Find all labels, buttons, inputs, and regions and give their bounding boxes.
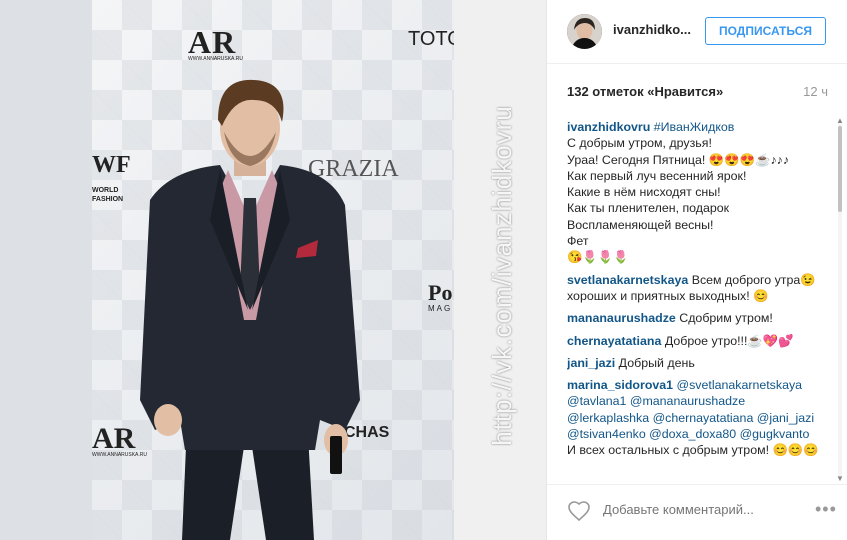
caption-line: Воспламеняющей весны! xyxy=(567,217,714,232)
comment-username[interactable]: jani_jazi xyxy=(567,356,615,370)
caption-line: С добрым утром, друзья! xyxy=(567,136,712,151)
caption-line: Как ты пленителен, подарок xyxy=(567,201,730,216)
comment-username[interactable]: marina_sidorova1 xyxy=(567,378,673,392)
avatar-image xyxy=(567,14,602,49)
toto-logo: TOTO xyxy=(408,28,454,50)
comments-scrollbar[interactable]: ▲ ▼ xyxy=(836,116,844,484)
comment-bar: ••• xyxy=(547,484,847,540)
comment-input[interactable] xyxy=(601,501,805,518)
wf-logo: WF xyxy=(92,152,131,178)
caption: ivanzhidkovru #ИванЖидков С добрым утром… xyxy=(567,119,821,266)
post-author-username[interactable]: ivanzhidko... xyxy=(613,22,691,37)
vk-watermark: http://vk.com/ivanzhidkovru xyxy=(486,104,517,446)
more-options-icon[interactable]: ••• xyxy=(815,499,837,520)
scroll-thumb[interactable] xyxy=(838,126,842,212)
caption-line: Как первый луч весенний ярок! xyxy=(567,168,747,183)
heart-icon[interactable] xyxy=(567,499,591,523)
po-logo: Po xyxy=(428,280,453,305)
post-side-panel: ivanzhidko... ПОДПИСАТЬСЯ 132 отметок «Н… xyxy=(546,0,847,540)
comment-text: Сдобрим утром! xyxy=(679,311,773,326)
caption-line: Фет xyxy=(567,234,589,249)
post-photo[interactable]: AR WWW.ANNARUSKA.RU TOTO GRAZIA WF WORLD… xyxy=(0,0,546,540)
avatar[interactable] xyxy=(567,14,602,49)
comment-username[interactable]: mananaurushadze xyxy=(567,311,676,325)
caption-line: Ураа! Сегодня Пятница! 😍😍😍☕♪♪♪ xyxy=(567,152,790,167)
scroll-down-icon[interactable]: ▼ xyxy=(836,474,844,483)
annaruska-url-top: WWW.ANNARUSKA.RU xyxy=(188,56,243,62)
caption-line: Какие в нём нисходят сны! xyxy=(567,185,721,200)
comment-username[interactable]: chernayatatiana xyxy=(567,334,661,348)
list-item: jani_jazi Добрый день xyxy=(567,355,821,371)
caption-username[interactable]: ivanzhidkovru xyxy=(567,120,650,134)
caption-hashtag[interactable]: #ИванЖидков xyxy=(654,120,735,134)
post-time[interactable]: 12 ч xyxy=(803,84,828,99)
mag-logo: MAG xyxy=(428,304,453,313)
caption-line: 😘🌷🌷🌷 xyxy=(567,250,629,265)
comments-list: ivanzhidkovru #ИванЖидков С добрым утром… xyxy=(567,119,821,481)
comment-text: Добрый день xyxy=(618,355,695,370)
comment-text: И всех остальных с добрым утром! 😊😊😊 xyxy=(567,443,819,458)
post-header: ivanzhidko... ПОДПИСАТЬСЯ xyxy=(547,0,847,64)
likes-row: 132 отметок «Нравится» 12 ч xyxy=(567,84,828,99)
follow-button[interactable]: ПОДПИСАТЬСЯ xyxy=(705,17,826,45)
list-item: svetlanakarnetskaya Всем доброго утра😉хо… xyxy=(567,272,821,305)
list-item: mananaurushadze Сдобрим утром! xyxy=(567,310,821,326)
ar-logo-bottom: AR xyxy=(92,422,136,455)
comment-text: Доброе утро!!!☕💖💕 xyxy=(664,333,794,348)
world-fashion-logo: WORLD FASHION xyxy=(92,187,124,203)
man-in-suit-figure xyxy=(140,79,360,540)
list-item: chernayatatiana Доброе утро!!!☕💖💕 xyxy=(567,333,821,349)
list-item: marina_sidorova1 @svetlanakarnetskaya @t… xyxy=(567,377,821,458)
likes-count[interactable]: 132 отметок «Нравится» xyxy=(567,84,723,99)
comment-username[interactable]: svetlanakarnetskaya xyxy=(567,273,688,287)
photo-left-margin xyxy=(0,0,92,540)
